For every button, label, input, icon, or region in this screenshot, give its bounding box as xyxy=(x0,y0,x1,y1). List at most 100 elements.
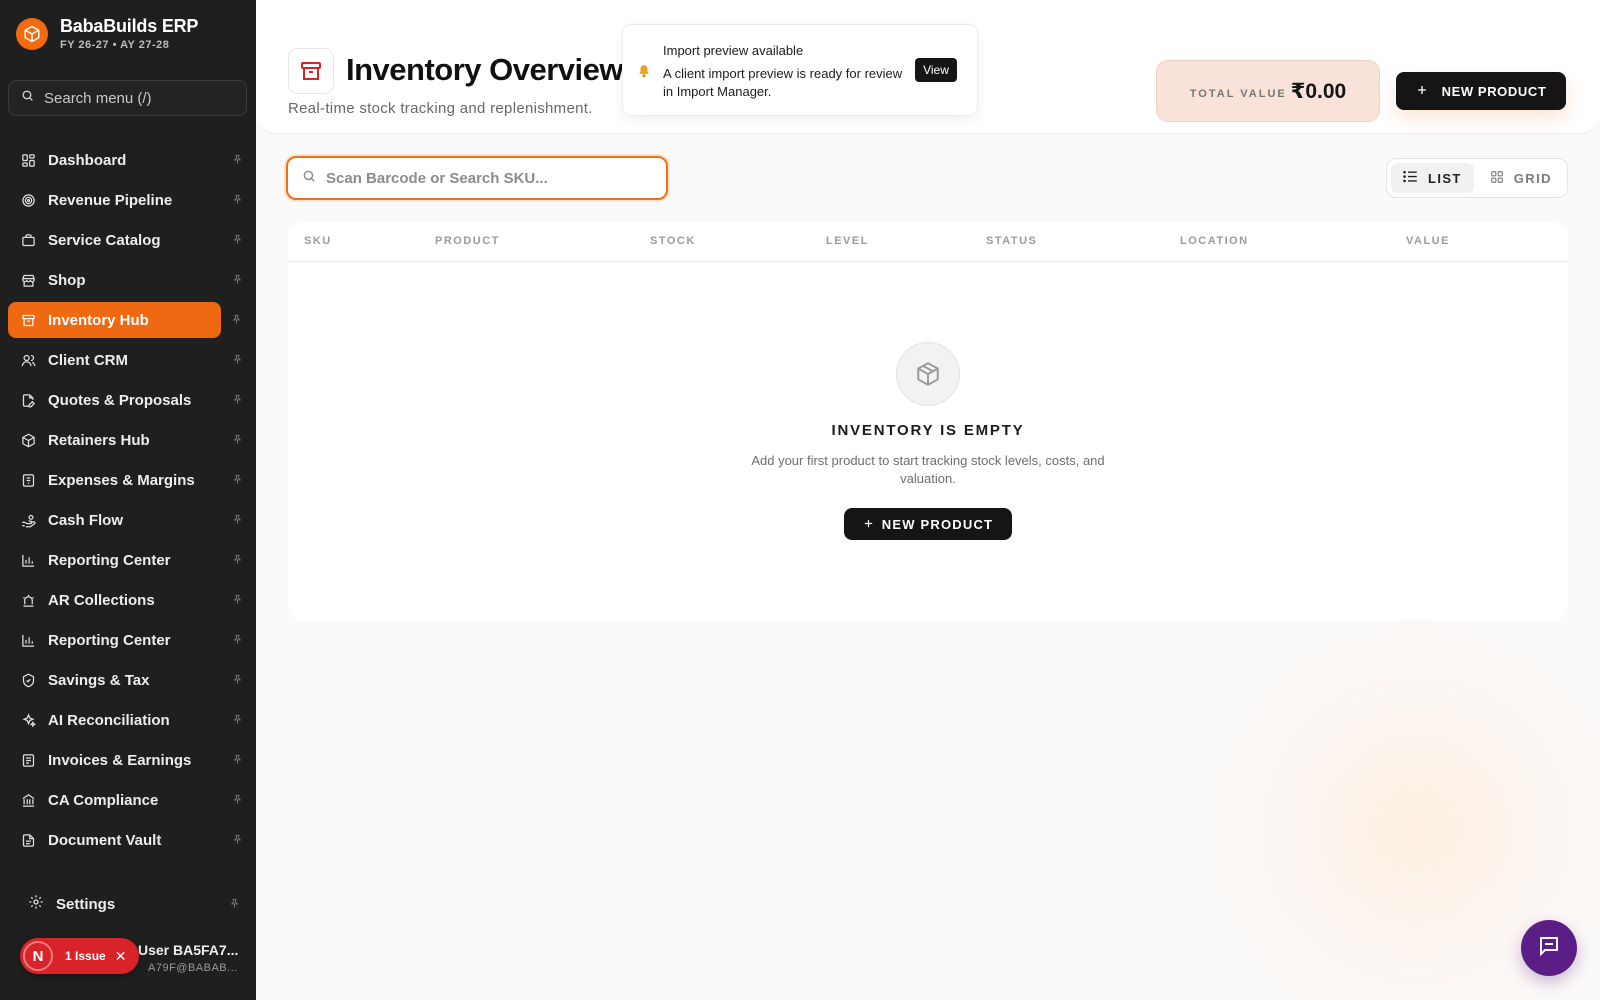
brand[interactable]: BabaBuilds ERP FY 26-27 • AY 27-28 xyxy=(16,16,198,51)
pin-icon[interactable] xyxy=(232,193,244,207)
empty-state-description: Add your first product to start tracking… xyxy=(751,453,1105,486)
close-icon[interactable]: ✕ xyxy=(115,948,127,965)
empty-new-product-button[interactable]: NEW PRODUCT xyxy=(844,508,1012,540)
toast-title: Import preview available xyxy=(663,43,804,58)
sidebar-item-ai-reconciliation[interactable]: AI Reconciliation xyxy=(8,702,248,738)
column-header-stock[interactable]: STOCK xyxy=(650,235,696,247)
pin-icon[interactable] xyxy=(232,633,244,647)
chat-icon xyxy=(1537,934,1561,963)
sparkles-icon xyxy=(20,712,36,728)
sidebar-item-reporting-center-2[interactable]: Reporting Center xyxy=(8,622,248,658)
sidebar-item-cash-flow[interactable]: Cash Flow xyxy=(8,502,248,538)
hand-coins-icon xyxy=(20,512,36,528)
sku-search[interactable] xyxy=(286,156,668,200)
total-value-card: TOTAL VALUE ₹0.00 xyxy=(1156,60,1380,122)
pin-icon[interactable] xyxy=(232,233,244,247)
store-icon xyxy=(20,272,36,288)
list-view-button[interactable]: LIST xyxy=(1391,163,1474,193)
users-icon xyxy=(20,352,36,368)
sidebar-item-label: Invoices & Earnings xyxy=(48,751,192,769)
plus-icon xyxy=(1416,84,1428,99)
pin-icon[interactable] xyxy=(232,553,244,567)
sidebar-item-revenue-pipeline[interactable]: Revenue Pipeline xyxy=(8,182,248,218)
sidebar-item-client-crm[interactable]: Client CRM xyxy=(8,342,248,378)
sidebar-item-settings[interactable]: Settings xyxy=(16,886,240,922)
column-header-sku[interactable]: SKU xyxy=(304,235,332,247)
column-header-value[interactable]: VALUE xyxy=(1406,235,1450,247)
pin-icon[interactable] xyxy=(232,793,244,807)
archive-box-icon xyxy=(20,312,36,328)
sku-search-input[interactable] xyxy=(326,169,656,187)
sidebar-item-label: Inventory Hub xyxy=(48,311,149,329)
sidebar-item-service-catalog[interactable]: Service Catalog xyxy=(8,222,248,258)
sidebar-item-ca-compliance[interactable]: CA Compliance xyxy=(8,782,248,818)
user-profile[interactable]: User BA5FA7... A79F@BABAB... N 1 Issue ✕ xyxy=(20,938,240,978)
pin-icon[interactable] xyxy=(232,513,244,527)
column-header-status[interactable]: STATUS xyxy=(986,235,1037,247)
pin-icon[interactable] xyxy=(232,753,244,767)
sidebar-item-label: Revenue Pipeline xyxy=(48,191,173,209)
sidebar-item-label: Service Catalog xyxy=(48,231,161,249)
sidebar-item-dashboard[interactable]: Dashboard xyxy=(8,142,248,178)
search-icon xyxy=(302,169,316,188)
gear-icon xyxy=(28,894,44,915)
empty-state-title: INVENTORY IS EMPTY xyxy=(831,422,1025,439)
sidebar-item-reporting-center[interactable]: Reporting Center xyxy=(8,542,248,578)
sidebar-item-quotes-proposals[interactable]: Quotes & Proposals xyxy=(8,382,248,418)
view-toggle: LIST GRID xyxy=(1386,158,1568,198)
fiscal-year: FY 26-27 • AY 27-28 xyxy=(60,39,170,51)
new-product-button[interactable]: NEW PRODUCT xyxy=(1396,72,1566,110)
archive-box-icon xyxy=(288,48,334,94)
list-view-label: LIST xyxy=(1428,170,1462,186)
pin-icon[interactable] xyxy=(232,833,244,847)
empty-new-product-label: NEW PRODUCT xyxy=(881,516,994,532)
column-header-level[interactable]: LEVEL xyxy=(826,235,869,247)
column-header-location[interactable]: LOCATION xyxy=(1180,235,1249,247)
pin-icon[interactable] xyxy=(232,273,244,287)
import-toast: Import preview available A client import… xyxy=(622,24,978,116)
sidebar-item-expenses-margins[interactable]: Expenses & Margins xyxy=(8,462,248,498)
toast-view-button[interactable]: View xyxy=(915,58,957,82)
pin-icon[interactable] xyxy=(232,673,244,687)
pin-icon[interactable] xyxy=(232,393,244,407)
sidebar-item-document-vault[interactable]: Document Vault xyxy=(8,822,248,858)
box-icon xyxy=(896,342,960,406)
pin-icon[interactable] xyxy=(232,433,244,447)
sidebar-item-label: Expenses & Margins xyxy=(48,471,195,489)
sidebar-item-label: AI Reconciliation xyxy=(48,711,170,729)
column-header-product[interactable]: PRODUCT xyxy=(435,235,500,247)
settings-label: Settings xyxy=(56,895,116,913)
total-value-label: TOTAL VALUE xyxy=(1189,88,1287,100)
file-text-icon xyxy=(20,752,36,768)
sidebar-item-shop[interactable]: Shop xyxy=(8,262,248,298)
briefcase-icon xyxy=(20,232,36,248)
package-icon xyxy=(20,432,36,448)
toast-message: A client import preview is ready for rev… xyxy=(663,66,903,99)
sidebar-item-savings-tax[interactable]: Savings & Tax xyxy=(8,662,248,698)
pin-icon[interactable] xyxy=(232,473,244,487)
pin-icon[interactable] xyxy=(232,713,244,727)
pin-icon[interactable] xyxy=(229,897,240,915)
list-icon xyxy=(1403,170,1418,186)
grid-view-button[interactable]: GRID xyxy=(1478,163,1564,193)
sidebar-item-label: Document Vault xyxy=(48,831,162,849)
avatar: N xyxy=(23,941,53,971)
sidebar-item-label: Dashboard xyxy=(48,151,127,169)
pin-icon[interactable] xyxy=(232,353,244,367)
sidebar-item-invoices-earnings[interactable]: Invoices & Earnings xyxy=(8,742,248,778)
sidebar-item-retainers-hub[interactable]: Retainers Hub xyxy=(8,422,248,458)
pin-icon[interactable] xyxy=(231,313,243,327)
pin-icon[interactable] xyxy=(232,153,244,167)
chat-button[interactable] xyxy=(1521,920,1577,976)
issue-badge[interactable]: N 1 Issue ✕ xyxy=(20,938,139,974)
user-name: User BA5FA7... xyxy=(138,942,239,958)
page-title: Inventory Overview xyxy=(346,52,624,87)
menu-search[interactable] xyxy=(8,80,247,116)
sidebar-item-ar-collections[interactable]: AR Collections xyxy=(8,582,248,618)
cube-icon xyxy=(16,17,48,50)
sidebar-item-inventory-hub[interactable]: Inventory Hub xyxy=(8,302,241,338)
pin-icon[interactable] xyxy=(232,593,244,607)
issue-count: 1 Issue xyxy=(65,949,106,963)
grid-icon xyxy=(1490,170,1504,187)
menu-search-input[interactable] xyxy=(44,89,234,107)
